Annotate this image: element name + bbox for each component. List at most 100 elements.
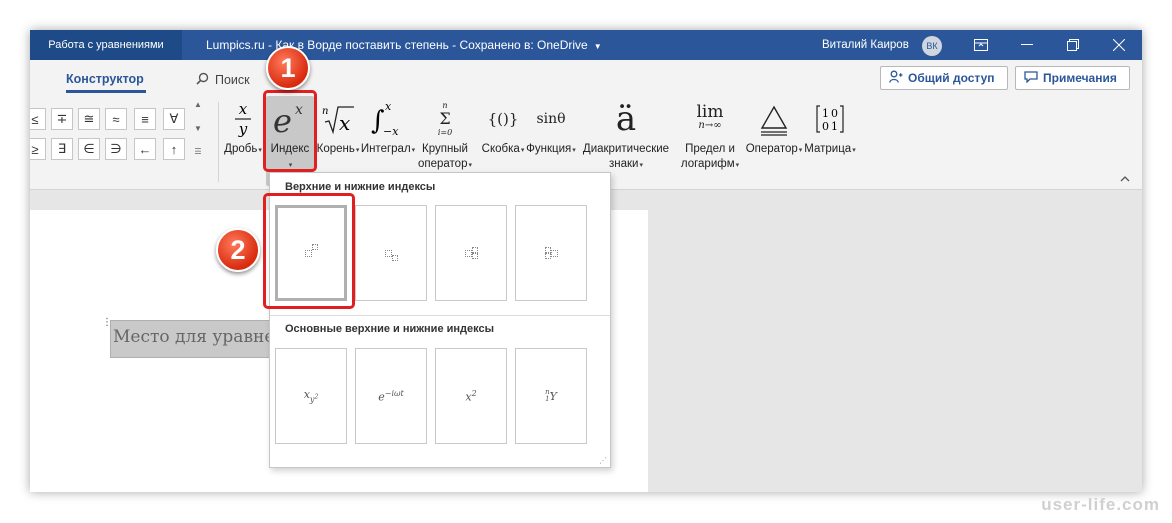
svg-text:0: 0	[822, 120, 829, 133]
gallery-item-subscript[interactable]	[355, 205, 427, 301]
svg-text:x: x	[385, 100, 392, 113]
equation-tools-context-tab[interactable]: Работа с уравнениями	[30, 30, 182, 60]
symbol-button[interactable]: ∃	[51, 138, 73, 160]
template-superscript: 2	[471, 388, 477, 398]
chevron-down-icon: ▾	[258, 147, 262, 154]
gallery-divider	[270, 315, 610, 316]
symbol-button[interactable]: ≈	[105, 108, 127, 130]
collapse-ribbon-icon[interactable]	[1120, 173, 1130, 185]
left-subsup-template-icon	[544, 247, 558, 259]
accent-label-1: Диакритические	[582, 143, 670, 155]
svg-text:1: 1	[822, 107, 829, 120]
radical-icon: nx	[321, 96, 355, 142]
symbol-button[interactable]: ∋	[105, 138, 127, 160]
operator-label: Оператор	[745, 143, 798, 155]
user-name[interactable]: Виталий Каиров	[822, 30, 909, 60]
fraction-icon: xy	[230, 96, 256, 142]
step-badge-2: 2	[216, 228, 260, 272]
limit-label-1: Предел и	[685, 143, 735, 155]
svg-text:x: x	[339, 111, 350, 135]
avatar[interactable]: ВК	[922, 36, 942, 56]
symbol-button[interactable]: ↑	[163, 138, 185, 160]
operator-button[interactable]: Оператор▾	[746, 96, 802, 186]
gallery-item-e-power[interactable]: e−iωt	[355, 348, 427, 444]
svg-text:x: x	[239, 100, 248, 118]
symbol-button[interactable]: ∓	[51, 108, 73, 130]
chevron-down-icon: ▼	[593, 42, 602, 51]
symbol-button[interactable]: ≥	[30, 138, 46, 160]
delta-icon	[759, 96, 789, 142]
comment-icon	[1024, 70, 1038, 86]
watermark: user-life.com	[1041, 495, 1160, 514]
gallery-section-title: Верхние и нижние индексы	[285, 181, 436, 193]
ribbon-display-options-icon[interactable]	[958, 30, 1004, 60]
scroll-down-icon[interactable]: ▼	[194, 124, 202, 133]
template-superscript: 2	[314, 392, 319, 400]
context-tab-label: Работа с уравнениями	[48, 39, 164, 51]
gallery-item-x-sub-y-squared[interactable]: xy2	[275, 348, 347, 444]
resize-grip-icon[interactable]: ⋰	[599, 456, 607, 465]
chevron-down-icon: ▾	[852, 147, 856, 154]
chevron-down-icon: ▾	[572, 147, 576, 154]
fraction-label: Дробь	[224, 143, 258, 155]
symbol-button[interactable]: ∈	[78, 138, 100, 160]
bracket-icon: {()}	[488, 96, 519, 142]
document-title-text: Lumpics.ru - Как в Ворде поставить степе…	[206, 38, 588, 52]
minimize-icon[interactable]	[1004, 30, 1050, 60]
share-button[interactable]: Общий доступ	[880, 66, 1008, 90]
gallery-item-subscript-superscript[interactable]	[435, 205, 507, 301]
highlight-index-button	[263, 90, 317, 172]
matrix-label: Матрица	[804, 143, 852, 155]
search-icon	[196, 72, 209, 88]
svg-text:y: y	[238, 120, 248, 138]
fraction-button[interactable]: xy Дробь▾	[224, 96, 262, 186]
template-x-sub-y-squared: xy2	[304, 388, 319, 403]
chevron-down-icon: ▾	[468, 162, 472, 169]
function-icon: sinθ	[536, 96, 565, 142]
document-title[interactable]: Lumpics.ru - Как в Ворде поставить степе…	[206, 30, 602, 60]
template-e-power: e−iωt	[378, 389, 404, 404]
limit-icon-text: lim	[696, 102, 724, 122]
tab-designer[interactable]: Конструктор	[66, 72, 144, 86]
template-base: Y	[549, 389, 557, 403]
comments-button[interactable]: Примечания	[1015, 66, 1130, 90]
accent-icon-glyph: ä	[615, 99, 637, 139]
gallery-item-left-subscript-superscript[interactable]	[515, 205, 587, 301]
share-label: Общий доступ	[908, 71, 995, 85]
template-x-squared: x2	[465, 389, 476, 404]
template-superscript: −iωt	[384, 388, 404, 398]
close-icon[interactable]	[1096, 30, 1142, 60]
limit-label-2: логарифм	[680, 158, 735, 170]
ribbon-tab-row: Конструктор Поиск Общий доступ Примечани…	[30, 60, 1142, 96]
chevron-down-icon: ▾	[411, 147, 416, 154]
symbol-button[interactable]: ≡	[134, 108, 156, 130]
limit-log-button[interactable]: lim n→∞ Предел и логарифм▾	[674, 96, 746, 186]
title-bar: Работа с уравнениями Lumpics.ru - Как в …	[30, 30, 1142, 60]
symbol-button[interactable]: ≅	[78, 108, 100, 130]
symbol-gallery-scroll[interactable]: ▲ ▼ ☰	[192, 100, 204, 156]
large-operator-label-2: оператор	[417, 158, 468, 170]
more-icon[interactable]: ☰	[194, 147, 201, 156]
radical-label: Корень	[316, 143, 355, 155]
chevron-down-icon: ▾	[520, 147, 525, 154]
accent-label-2: знаки	[609, 158, 639, 170]
bracket-label: Скобка	[481, 143, 520, 155]
gallery-item-left-index-y[interactable]: n1Y	[515, 348, 587, 444]
integral-label: Интеграл	[360, 143, 411, 155]
word-window: Работа с уравнениями Lumpics.ru - Как в …	[30, 30, 1142, 492]
accent-icon: ä	[616, 96, 636, 142]
scroll-up-icon[interactable]: ▲	[194, 100, 202, 109]
symbol-button[interactable]: ≤	[30, 108, 46, 130]
restore-icon[interactable]	[1050, 30, 1096, 60]
equation-handle-icon[interactable]: ⋮	[102, 318, 112, 336]
equation-placeholder[interactable]: Место для уравнения.	[110, 320, 270, 358]
gallery-item-x-squared[interactable]: x2	[435, 348, 507, 444]
search-box[interactable]: Поиск	[196, 72, 250, 88]
svg-text:−x: −x	[383, 125, 399, 138]
matrix-button[interactable]: 1001 Матрица▾	[802, 96, 858, 186]
chevron-down-icon: ▾	[355, 147, 360, 154]
symbol-button[interactable]: ∀	[163, 108, 185, 130]
symbol-button[interactable]: ←	[134, 138, 156, 160]
step-badge-1: 1	[266, 46, 310, 90]
matrix-icon: 1001	[815, 96, 845, 142]
